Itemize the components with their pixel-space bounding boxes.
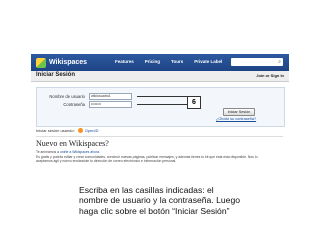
instruction-caption: Escriba en las casillas indicadas: el no… <box>79 185 279 216</box>
nav-pricing[interactable]: Pricing <box>145 59 160 64</box>
join-now-link[interactable]: unirte a Wikispaces ahora. <box>60 150 100 154</box>
social-login-label: Iniciar sesión usando: <box>36 128 75 133</box>
site-logo[interactable]: Wikispaces <box>36 57 87 68</box>
search-icon: ⌕ <box>278 59 281 65</box>
main-nav: Features Pricing Tours Private Label <box>115 59 233 64</box>
page-header-bar: Iniciar Sesión Join or Sign In <box>31 71 289 82</box>
caption-line-1: Escriba en las casillas indicadas: el <box>79 185 214 195</box>
sign-in-button[interactable]: Iniciar Sesión <box>223 108 255 116</box>
pointer-line-username <box>137 96 187 97</box>
social-login-row: Iniciar sesión usando: OpenID <box>36 128 99 133</box>
top-navigation-bar: Wikispaces Features Pricing Tours Privat… <box>31 54 289 71</box>
wikispaces-logo-icon <box>36 57 46 68</box>
username-input[interactable]: wikiusuario1 <box>89 93 132 100</box>
new-section-title: Nuevo en Wikispaces? <box>36 139 109 148</box>
forgot-password-link[interactable]: ¿Olvidó su contraseña? <box>216 117 256 121</box>
openid-link[interactable]: OpenID <box>85 128 99 133</box>
line1-prefix: Te animamos a <box>36 150 59 154</box>
password-input[interactable]: •••••••• <box>89 101 132 108</box>
join-sign-in-link[interactable]: Join or Sign In <box>256 73 284 78</box>
caption-line-3: haga clic sobre el botón “Iniciar Sesión… <box>79 205 230 216</box>
new-section-line-3: aceptamos ágil y nuevo enviándote tu dir… <box>36 159 177 163</box>
step-number-badge: 6 <box>187 96 201 109</box>
pointer-line-password <box>137 104 187 105</box>
openid-icon <box>77 128 83 133</box>
nav-features[interactable]: Features <box>115 59 134 64</box>
section-divider <box>36 136 283 137</box>
nav-private-label[interactable]: Private Label <box>194 59 222 64</box>
logo-text: Wikispaces <box>49 59 88 66</box>
top-search-input[interactable]: ⌕ <box>231 58 283 66</box>
login-form: Nombre de usuario wikiusuario1 Contraseñ… <box>36 87 285 127</box>
username-label: Nombre de usuario <box>49 94 85 99</box>
caption-line-2: nombre de usuario y la contraseña. Luego <box>79 195 240 206</box>
screenshot-panel: Wikispaces Features Pricing Tours Privat… <box>31 54 289 194</box>
password-label: Contraseña <box>63 102 85 107</box>
page-title: Iniciar Sesión <box>36 72 76 78</box>
nav-tours[interactable]: Tours <box>171 59 183 64</box>
